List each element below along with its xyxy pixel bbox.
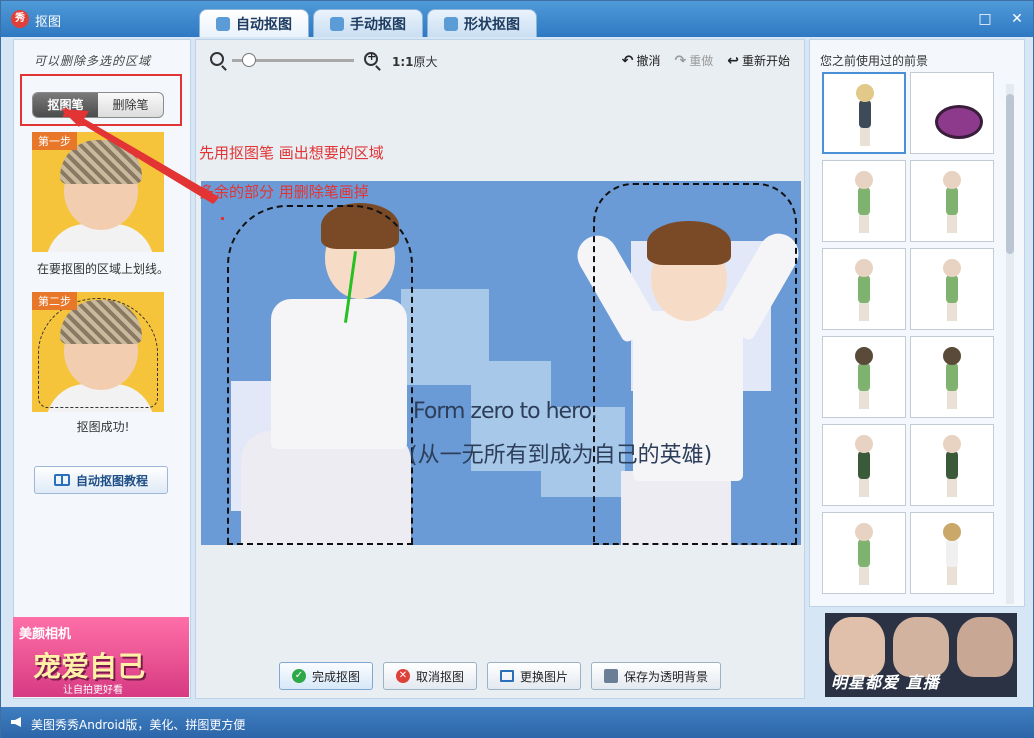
step2-caption: 抠图成功! (76, 420, 130, 434)
ad-subtitle: 让自拍更好看 (63, 685, 123, 696)
editor-toolbar: 1:1原大 ↶ 撤消 ↷ 重做 ↩ 重新开始 (196, 40, 804, 80)
tab-label: 形状抠图 (464, 16, 520, 33)
step2-badge: 第二步 (32, 292, 77, 310)
cancel-cutout-button[interactable]: ✕ 取消抠图 (382, 662, 477, 690)
live-stream-ad-banner[interactable]: 明星都爱 直播 (825, 613, 1017, 697)
zoom-out-icon[interactable] (210, 52, 224, 66)
cutout-pen-button[interactable]: 抠图笔 (33, 93, 98, 117)
puzzle-icon (330, 16, 344, 31)
tab-auto-cutout[interactable]: 自动抠图 (199, 9, 309, 37)
status-text[interactable]: 美图秀秀Android版，美化、拼图更方便 (31, 716, 245, 733)
recent-foregrounds-title: 您之前使用过的前景 (820, 54, 929, 68)
foreground-thumb[interactable] (910, 424, 994, 506)
foreground-thumbnails (822, 72, 998, 594)
action-bar: ✓ 完成抠图 ✕ 取消抠图 更换图片 保存为透明背景 (196, 662, 804, 690)
handwritten-note: 可以删除多选的区域 (34, 54, 152, 68)
zoom-in-icon[interactable] (364, 50, 378, 66)
image-canvas[interactable]: Form zero to hero. (从一无所有到成为自己的英雄) (201, 181, 801, 545)
thumbnail-scrollbar[interactable] (1006, 84, 1014, 604)
annotation-line-1: 先用抠图笔 画出想要的区域 (199, 144, 384, 162)
scrollbar-thumb[interactable] (1006, 94, 1014, 254)
speaker-icon (11, 717, 21, 727)
tab-manual-cutout[interactable]: 手动抠图 (313, 9, 423, 37)
step1-caption: 在要抠图的区域上划线。 (36, 262, 169, 276)
brush-icon (216, 16, 230, 31)
meiyan-ad-banner[interactable]: 美颜相机 宠爱自己 让自拍更好看 (13, 617, 189, 697)
tab-bar: 自动抠图 手动抠图 形状抠图 (199, 9, 537, 37)
original-size-label: 原大 (413, 55, 438, 69)
redo-button[interactable]: ↷ 重做 (675, 52, 714, 69)
selection-outline (593, 183, 797, 545)
tutorial-label: 自动抠图教程 (75, 473, 148, 488)
finish-label: 完成抠图 (311, 669, 360, 684)
original-size-ratio: 1:1 (392, 55, 414, 69)
step1-badge: 第一步 (32, 132, 77, 150)
app-window: 秀 抠图 □ ✕ 自动抠图 手动抠图 形状抠图 可以删除多选的区域 抠图笔 删除… (0, 0, 1034, 738)
check-icon: ✓ (291, 669, 306, 683)
annotation-dot (221, 217, 224, 220)
canvas-text-english: Form zero to hero. (413, 399, 598, 424)
recent-foregrounds-panel: 您之前使用过的前景 (809, 39, 1025, 607)
tab-label: 自动抠图 (236, 16, 292, 33)
pen-toggle: 抠图笔 删除笔 (32, 92, 164, 118)
tutorial-button[interactable]: 自动抠图教程 (34, 466, 168, 494)
foreground-thumb[interactable] (822, 512, 906, 594)
foreground-thumb[interactable] (822, 248, 906, 330)
foreground-thumb[interactable] (910, 72, 994, 154)
save-transparent-button[interactable]: 保存为透明背景 (591, 662, 722, 690)
foreground-thumb[interactable] (822, 160, 906, 242)
annotation-line-2: 多余的部分 用删除笔画掉 (199, 183, 369, 201)
canvas-text-chinese: (从一无所有到成为自己的英雄) (409, 443, 713, 468)
finish-cutout-button[interactable]: ✓ 完成抠图 (278, 662, 373, 690)
change-image-label: 更换图片 (520, 669, 569, 684)
undo-icon: ↶ (621, 52, 634, 69)
save-transparent-label: 保存为透明背景 (624, 669, 709, 684)
window-title: 抠图 (35, 15, 62, 30)
image-icon (500, 670, 514, 682)
ad-text: 明星都爱 直播 (831, 673, 940, 692)
book-icon (53, 474, 70, 486)
restore-icon[interactable]: □ (977, 11, 993, 27)
tab-label: 手动抠图 (350, 16, 406, 33)
cancel-icon: ✕ (395, 669, 410, 683)
erase-pen-button[interactable]: 删除笔 (98, 93, 163, 117)
close-icon[interactable]: ✕ (1009, 11, 1025, 27)
foreground-thumb[interactable] (910, 336, 994, 418)
change-image-button[interactable]: 更换图片 (487, 662, 582, 690)
step1-example-image: 第一步 (32, 132, 164, 252)
redo-icon: ↷ (674, 52, 687, 69)
cancel-label: 取消抠图 (415, 669, 464, 684)
ad-slogan: 宠爱自己 (33, 650, 146, 683)
save-icon (604, 669, 619, 683)
status-bar: 美图秀秀Android版，美化、拼图更方便 (1, 707, 1034, 738)
zoom-slider-handle[interactable] (242, 53, 256, 67)
foreground-thumb[interactable] (910, 512, 994, 594)
left-panel: 可以删除多选的区域 抠图笔 删除笔 第一步 在要抠图的区域上划线。 第二步 抠图… (13, 39, 191, 699)
redo-label: 重做 (689, 54, 714, 68)
selection-outline (227, 205, 413, 545)
ad-brand: 美颜相机 (19, 627, 72, 642)
original-size-button[interactable]: 1:1原大 (392, 53, 438, 70)
restart-button[interactable]: ↩ 重新开始 (727, 52, 790, 69)
foreground-thumb[interactable] (910, 248, 994, 330)
foreground-thumb[interactable] (910, 160, 994, 242)
shape-icon (444, 16, 458, 31)
restart-label: 重新开始 (741, 54, 790, 68)
undo-button[interactable]: ↶ 撤消 (622, 52, 661, 69)
foreground-thumb[interactable] (822, 336, 906, 418)
restart-icon: ↩ (727, 52, 739, 69)
step2-example-image: 第二步 (32, 292, 164, 412)
foreground-thumb[interactable] (822, 72, 906, 154)
app-logo-icon: 秀 (11, 10, 29, 28)
undo-label: 撤消 (636, 54, 661, 68)
foreground-thumb[interactable] (822, 424, 906, 506)
tab-shape-cutout[interactable]: 形状抠图 (427, 9, 537, 37)
